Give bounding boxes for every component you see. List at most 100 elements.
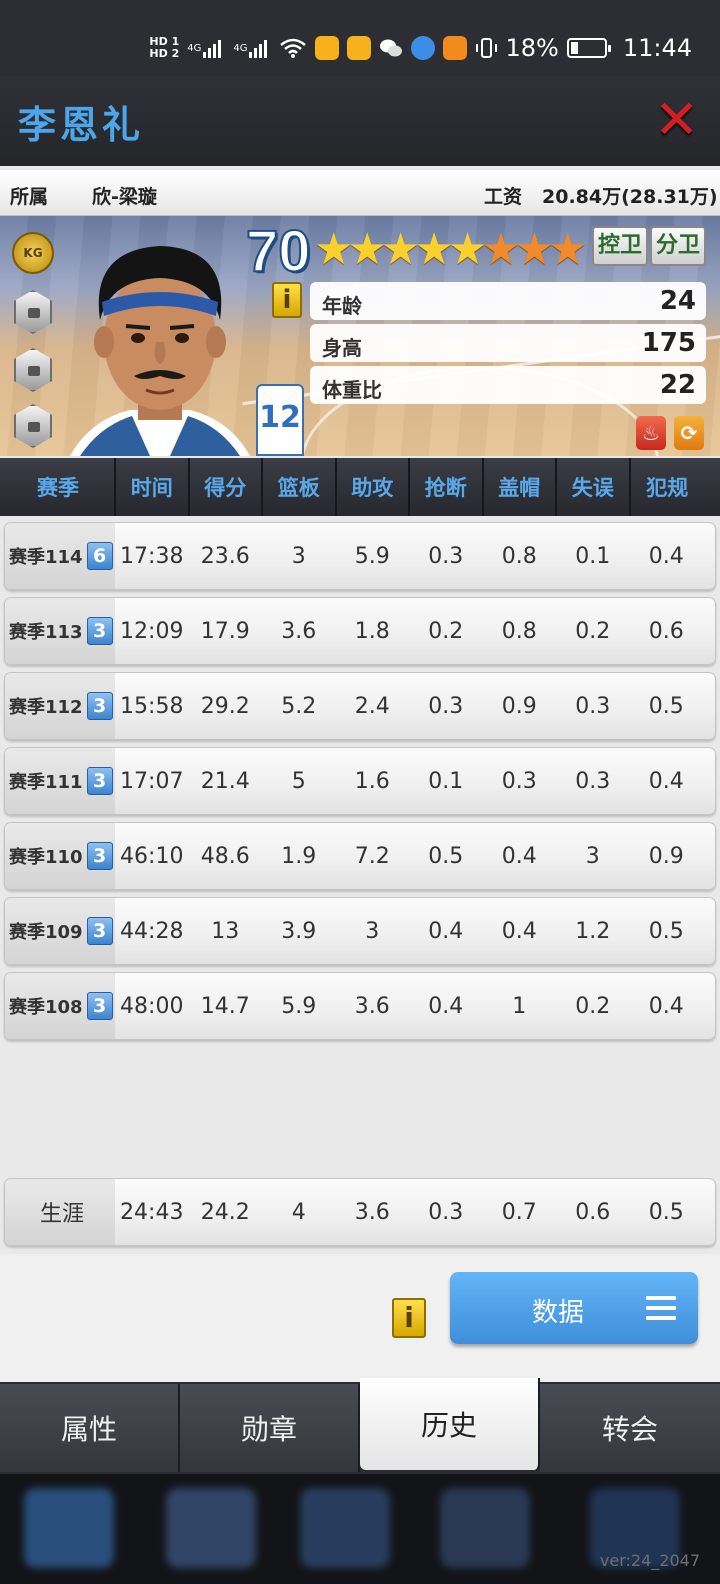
- star-icon: ★: [548, 224, 588, 275]
- table-row[interactable]: 赛季110 3 46:10 48.6 1.9 7.2 0.5 0.4 3 0.9: [4, 822, 716, 890]
- lock-icon[interactable]: [14, 404, 52, 448]
- stat-cell: 0.9: [648, 843, 684, 869]
- table-row[interactable]: 赛季114 6 17:38 23.6 3 5.9 0.3 0.8 0.1 0.4: [4, 522, 716, 590]
- stat-cell: 0.3: [428, 1199, 464, 1225]
- stat-cell: 3.6: [354, 1199, 390, 1225]
- column-header[interactable]: 抢断: [410, 458, 484, 516]
- stat-cell: 0.2: [575, 618, 611, 644]
- season-cell: 赛季109 3: [5, 898, 115, 964]
- kg-badge-icon[interactable]: KG: [12, 232, 54, 274]
- season-cell: 赛季114 6: [5, 523, 115, 589]
- info-icon[interactable]: i: [272, 282, 302, 318]
- stat-cell: 0.3: [428, 693, 464, 719]
- stat-cell: 1.2: [575, 918, 611, 944]
- jersey-number-icon: 12: [256, 384, 304, 456]
- stat-cell: 17:38: [120, 543, 184, 569]
- level-badge: 3: [86, 917, 113, 945]
- stat-cell: 13: [211, 918, 240, 944]
- column-header[interactable]: 赛季: [2, 458, 116, 516]
- column-header[interactable]: 犯规: [631, 458, 705, 516]
- table-row[interactable]: 赛季108 3 48:00 14.7 5.9 3.6 0.4 1 0.2 0.4: [4, 972, 716, 1040]
- version-label: ver:24_2047: [599, 1551, 700, 1570]
- tab-badges[interactable]: 勋章: [180, 1384, 360, 1472]
- nav-team-icon[interactable]: [24, 1488, 114, 1568]
- tab-history[interactable]: 历史: [360, 1378, 540, 1470]
- nav-market-icon[interactable]: [440, 1488, 530, 1568]
- attribute-label: 年龄: [322, 294, 362, 318]
- position-tag: 控卫: [592, 226, 648, 266]
- stat-cell: 0.1: [428, 768, 464, 794]
- stat-cell: 5.9: [354, 543, 390, 569]
- column-header[interactable]: 盖帽: [484, 458, 557, 516]
- table-row[interactable]: 赛季113 3 12:09 17.9 3.6 1.8 0.2 0.8 0.2 0.…: [4, 597, 716, 665]
- stat-cell: 1.6: [354, 768, 390, 794]
- level-badge: 3: [86, 767, 113, 795]
- stat-cell: 5.9: [281, 993, 317, 1019]
- close-icon[interactable]: ✕: [654, 93, 699, 147]
- fire-icon[interactable]: ♨: [636, 416, 666, 450]
- stat-cell: 17:07: [120, 768, 184, 794]
- cell-signal-2-icon: 4G: [233, 34, 271, 62]
- table-row[interactable]: 赛季111 3 17:07 21.4 5 1.6 0.1 0.3 0.3 0.4: [4, 747, 716, 815]
- stat-cell: 0.8: [501, 543, 537, 569]
- stat-cell: 0.5: [428, 843, 464, 869]
- video-app-icon: [443, 36, 468, 60]
- career-row: 生涯 24:43 24.2 4 3.6 0.3 0.7 0.6 0.5: [4, 1178, 716, 1246]
- stat-cell: 4: [291, 1199, 306, 1225]
- column-header[interactable]: 篮板: [263, 458, 337, 516]
- level-badge: 6: [86, 542, 113, 570]
- team-salary-strip: 所属 欣-梁璇 工资 20.84万(28.31万): [0, 170, 720, 216]
- column-header[interactable]: 时间: [116, 458, 190, 516]
- nav-lineup-icon[interactable]: [300, 1488, 390, 1568]
- stat-cell: 0.5: [648, 918, 684, 944]
- column-header[interactable]: 得分: [190, 458, 263, 516]
- stat-cell: 0.4: [501, 918, 537, 944]
- stat-cell: 48.6: [200, 843, 250, 869]
- stat-cell: 24.2: [200, 1199, 250, 1225]
- attribute-label: 身高: [322, 336, 362, 360]
- season-label: 赛季109: [9, 922, 83, 943]
- stat-cell: 0.6: [575, 1199, 611, 1225]
- stat-cell: 3.6: [281, 618, 317, 644]
- table-row[interactable]: 赛季109 3 44:28 13 3.9 3 0.4 0.4 1.2 0.5: [4, 897, 716, 965]
- status-bar: HD 1 HD 2 4G 4G 18% 11:44: [0, 0, 720, 76]
- column-header[interactable]: 失误: [557, 458, 631, 516]
- season-label: 赛季111: [9, 772, 83, 793]
- level-badge: 3: [86, 842, 113, 870]
- salary-label: 工资: [484, 186, 523, 208]
- table-row[interactable]: 赛季112 3 15:58 29.2 5.2 2.4 0.3 0.9 0.3 0.…: [4, 672, 716, 740]
- season-label: 赛季112: [9, 697, 83, 718]
- season-cell: 赛季112 3: [5, 673, 115, 739]
- data-button[interactable]: 数据: [450, 1272, 698, 1344]
- lock-icon[interactable]: [14, 348, 52, 392]
- vibrate-icon: [475, 34, 498, 62]
- stat-cell: 0.6: [648, 618, 684, 644]
- wechat-icon: [379, 34, 403, 62]
- column-header[interactable]: 助攻: [337, 458, 410, 516]
- attribute-value: 22: [659, 370, 696, 400]
- attribute-value: 24: [659, 286, 696, 316]
- stat-cell: 5: [291, 768, 306, 794]
- stat-cell: 0.2: [575, 993, 611, 1019]
- stat-cell: 1.9: [281, 843, 317, 869]
- clock: 11:44: [622, 34, 692, 62]
- stat-cell: 12:09: [120, 618, 184, 644]
- season-cell: 赛季113 3: [5, 598, 115, 664]
- stat-cell: 14.7: [200, 993, 250, 1019]
- stat-cell: 0.3: [575, 768, 611, 794]
- player-card: KG 12 70 ★ ★ ★ ★ ★ ★ ★ ★ 控卫 分卫 i 年龄 24 身…: [0, 216, 720, 456]
- swap-icon[interactable]: ⟳: [674, 416, 704, 450]
- season-cell: 赛季108 3: [5, 973, 115, 1039]
- stat-cell: 15:58: [120, 693, 184, 719]
- info-icon[interactable]: i: [392, 1298, 426, 1338]
- stat-cell: 0.3: [575, 693, 611, 719]
- stat-cell: 0.1: [575, 543, 611, 569]
- tab-transfer[interactable]: 转会: [540, 1384, 720, 1472]
- stat-cell: 46:10: [120, 843, 184, 869]
- nav-money-icon[interactable]: [166, 1488, 256, 1568]
- battery-icon: [566, 38, 611, 58]
- stat-cell: 3: [365, 918, 380, 944]
- player-avatar: [70, 246, 250, 456]
- lock-icon[interactable]: [14, 290, 52, 334]
- tab-attributes[interactable]: 属性: [0, 1384, 180, 1472]
